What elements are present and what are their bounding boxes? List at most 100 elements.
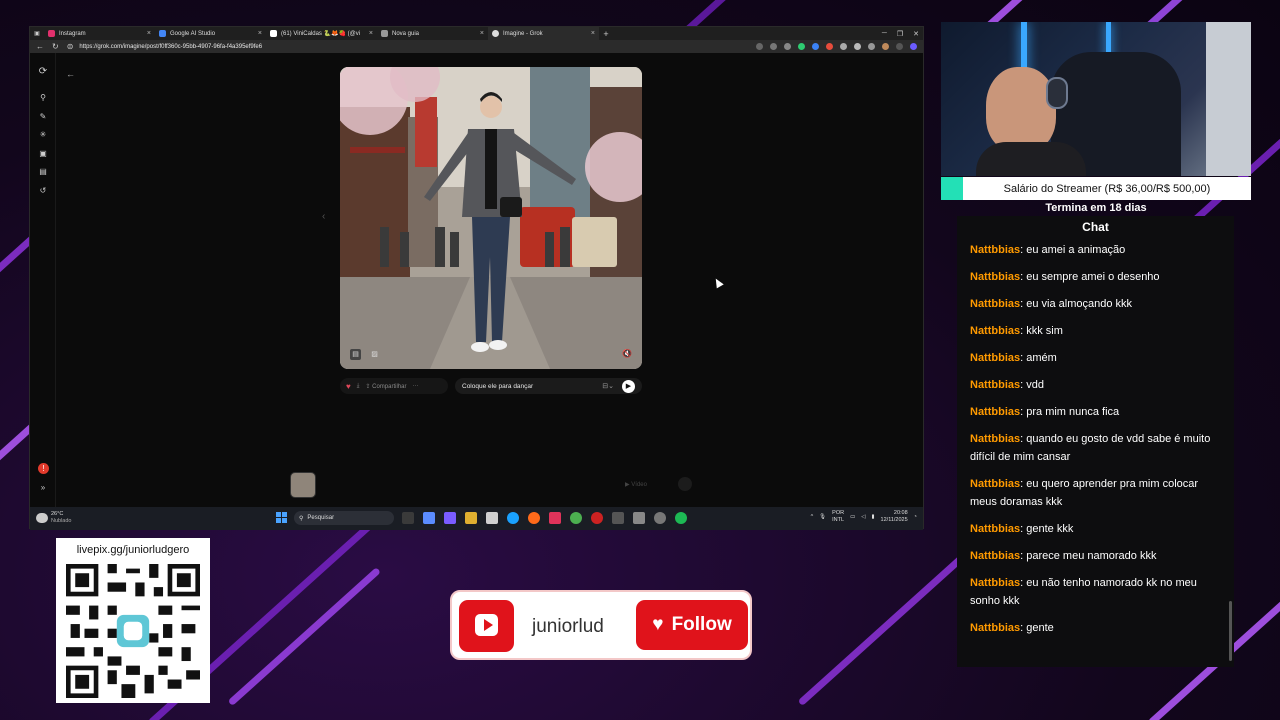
maximize-icon[interactable]: ❐ xyxy=(897,30,903,38)
taskbar-search[interactable]: ⚲ Pesquisar xyxy=(294,511,394,525)
teams-icon[interactable] xyxy=(444,512,456,524)
tab-tiktok[interactable]: (61) ViniCaldas 🐍🦊🍓 (@vi × xyxy=(266,27,377,40)
tab-actions-icon[interactable]: ▣ xyxy=(30,30,44,37)
extension-icon[interactable] xyxy=(756,43,763,50)
prompt-text[interactable]: Coloque ele para dançar xyxy=(462,383,602,390)
submit-play-button[interactable]: ▶ xyxy=(622,379,635,393)
extension-icon[interactable] xyxy=(798,43,805,50)
mode-selector-icon[interactable]: ⊟⌄ xyxy=(602,382,614,390)
more-icon[interactable]: ··· xyxy=(412,383,418,389)
vivaldi-icon[interactable] xyxy=(549,512,561,524)
favorite-icon[interactable] xyxy=(784,43,791,50)
back-icon[interactable]: ← xyxy=(66,69,75,79)
app-icon[interactable] xyxy=(612,512,624,524)
extension-icon[interactable] xyxy=(812,43,819,50)
voice-icon[interactable]: ✳ xyxy=(38,130,48,140)
tab-imagine-grok[interactable]: Imagine - Grok × xyxy=(488,27,599,40)
chat-username: Nattbbias xyxy=(970,577,1021,589)
expand-sidebar-icon[interactable]: » xyxy=(38,483,48,493)
heart-icon[interactable]: ♥ xyxy=(346,382,351,391)
chat-message: Nattbbias: gente kkk xyxy=(970,520,1220,538)
weather-widget[interactable]: 26°C Nublado xyxy=(36,511,72,525)
chat-panel: Chat Nattbbias: eu amei a animação Nattb… xyxy=(957,216,1234,667)
share-button[interactable]: ⇪ Compartilhar xyxy=(365,383,406,390)
new-chat-icon[interactable]: ✎ xyxy=(38,112,48,122)
tray-chevron-icon[interactable]: ^ xyxy=(811,514,814,520)
new-tab-button[interactable]: + xyxy=(599,29,613,39)
microphone-icon[interactable]: 🎙 xyxy=(819,514,826,520)
extension-icon[interactable] xyxy=(868,43,875,50)
chat-message: Nattbbias: eu via almoçando kkk xyxy=(970,295,1220,313)
history-icon[interactable]: ↺ xyxy=(38,186,48,196)
notification-icon[interactable]: ! xyxy=(38,463,49,474)
firefox-icon[interactable] xyxy=(528,512,540,524)
close-icon[interactable]: × xyxy=(369,30,373,37)
minimize-icon[interactable]: ─ xyxy=(882,30,887,37)
close-window-icon[interactable]: ✕ xyxy=(913,30,919,38)
edge-icon[interactable] xyxy=(507,512,519,524)
follow-button[interactable]: ♥ Follow xyxy=(636,600,748,650)
close-icon[interactable]: × xyxy=(258,30,262,37)
previous-icon[interactable]: ‹ xyxy=(322,211,325,222)
chat-scrollbar[interactable] xyxy=(1229,601,1232,661)
grok-logo-icon[interactable]: ⟳ xyxy=(38,67,48,77)
grok-icon xyxy=(492,30,499,37)
start-icon[interactable] xyxy=(276,512,287,523)
network-icon[interactable]: ▭ xyxy=(850,514,855,520)
tab-new-tab[interactable]: Nova guia × xyxy=(377,27,488,40)
opera-icon[interactable] xyxy=(591,512,603,524)
search-icon[interactable]: ⚲ xyxy=(38,93,48,103)
store-icon[interactable] xyxy=(486,512,498,524)
chat-message: Nattbbias: kkk sim xyxy=(970,322,1220,340)
close-icon[interactable]: × xyxy=(147,30,151,37)
image-thumbnail[interactable] xyxy=(290,472,316,498)
obs-icon[interactable] xyxy=(654,512,666,524)
goal-bar: Salário do Streamer (R$ 36,00/R$ 500,00) xyxy=(941,177,1251,200)
battery-icon[interactable]: ▮ xyxy=(872,514,875,520)
menu-icon[interactable] xyxy=(896,43,903,50)
chrome-icon[interactable] xyxy=(570,512,582,524)
search-icon: ⚲ xyxy=(299,515,304,522)
language-indicator[interactable]: POR INTL xyxy=(832,510,844,524)
extension-icon[interactable] xyxy=(854,43,861,50)
close-icon[interactable]: × xyxy=(480,30,484,37)
generated-video[interactable]: ▤ ▨ 🔇 xyxy=(340,67,642,369)
extension-icon[interactable] xyxy=(826,43,833,50)
chat-text: : eu amei a animação xyxy=(1020,244,1126,256)
projects-icon[interactable]: ▤ xyxy=(38,167,48,177)
tab-instagram[interactable]: Instagram × xyxy=(44,27,155,40)
url-field[interactable]: https://grok.com/imagine/post/f0ff360c-9… xyxy=(79,44,756,50)
back-icon[interactable]: ← xyxy=(36,42,44,51)
action-bar: ♥ ⤓ ⇪ Compartilhar ··· xyxy=(340,378,448,394)
spotify-icon[interactable] xyxy=(675,512,687,524)
app-icon[interactable] xyxy=(633,512,645,524)
video-mode-icon[interactable]: ▤ xyxy=(350,349,361,360)
video-toggle[interactable]: ▶ Vídeo xyxy=(625,481,647,488)
extension-icon[interactable] xyxy=(770,43,777,50)
site-info-icon[interactable]: ⊜ xyxy=(67,42,74,51)
clock[interactable]: 20:08 12/11/2025 xyxy=(881,510,908,524)
close-icon[interactable]: × xyxy=(591,30,595,37)
chat-message: Nattbbias: eu sempre amei o desenho xyxy=(970,268,1220,286)
notifications-icon[interactable]: ◔ xyxy=(914,514,917,520)
send-button[interactable] xyxy=(678,477,692,491)
profile-avatar[interactable] xyxy=(882,43,889,50)
mute-icon[interactable]: 🔇 xyxy=(622,349,632,358)
video-label: Vídeo xyxy=(631,482,647,488)
copilot-icon[interactable] xyxy=(910,43,917,50)
prompt-box[interactable]: Coloque ele para dançar ⊟⌄ ▶ xyxy=(455,378,642,394)
reload-icon[interactable]: ↻ xyxy=(52,42,59,51)
lang-top: POR xyxy=(832,510,845,516)
image-mode-icon[interactable]: ▨ xyxy=(369,349,380,360)
extension-icon[interactable] xyxy=(840,43,847,50)
file-explorer-icon[interactable] xyxy=(465,512,477,524)
imagine-icon[interactable]: ▣ xyxy=(38,149,48,159)
chat-message: Nattbbias: eu quero aprender pra mim col… xyxy=(970,475,1220,511)
chat-username: Nattbbias xyxy=(970,244,1021,256)
task-view-icon[interactable] xyxy=(402,512,414,524)
chat-username: Nattbbias xyxy=(970,271,1021,283)
download-icon[interactable]: ⤓ xyxy=(357,383,360,390)
tab-google-ai-studio[interactable]: Google AI Studio × xyxy=(155,27,266,40)
copilot-app-icon[interactable] xyxy=(423,512,435,524)
volume-icon[interactable]: ◁ xyxy=(861,514,865,520)
